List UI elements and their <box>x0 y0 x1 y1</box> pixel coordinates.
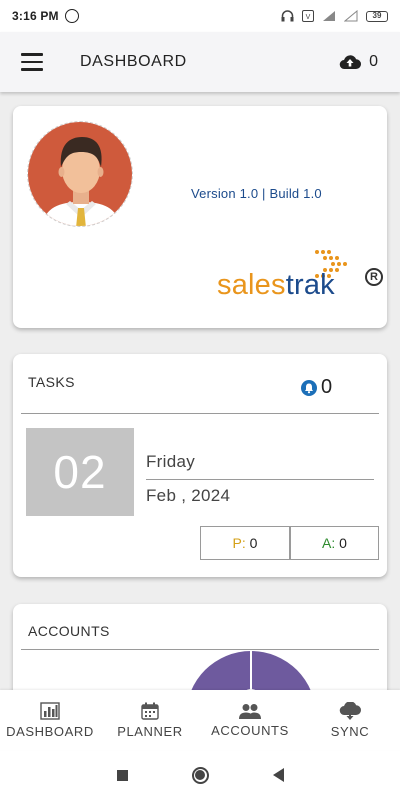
calendar-icon <box>141 702 159 720</box>
headphones-icon <box>281 10 294 22</box>
tasks-header: TASKS 0 <box>21 354 379 414</box>
registered-mark: R <box>365 268 383 286</box>
accounts-header: ACCOUNTS <box>21 604 379 650</box>
salestrak-logo: salestrak R <box>217 246 383 310</box>
tasks-count[interactable]: 0 <box>301 376 332 399</box>
version-info: Version 1.0 | Build 1.0 <box>191 186 322 201</box>
menu-button[interactable] <box>0 32 64 92</box>
accounts-title: ACCOUNTS <box>28 623 110 639</box>
nav-dashboard[interactable]: DASHBOARD <box>0 690 100 750</box>
cloud-sync-icon <box>339 701 361 720</box>
nav-planner[interactable]: PLANNER <box>100 690 200 750</box>
system-navigation-bar <box>0 750 400 800</box>
signal-2-icon <box>344 10 358 22</box>
back-icon[interactable] <box>272 768 284 782</box>
date-month-year: Feb , 2024 <box>146 486 231 505</box>
nav-accounts[interactable]: ACCOUNTS <box>200 690 300 750</box>
battery-icon: 39 <box>366 10 388 22</box>
volte-icon: V <box>302 10 314 22</box>
svg-text:V: V <box>306 14 311 21</box>
date-day-number: 02 <box>26 428 134 516</box>
bar-chart-icon <box>40 701 60 720</box>
people-icon <box>239 703 261 719</box>
home-icon[interactable] <box>191 766 209 784</box>
page-title: DASHBOARD <box>80 53 187 70</box>
divider <box>146 479 374 480</box>
user-avatar-icon <box>28 122 132 226</box>
hamburger-icon <box>21 53 43 56</box>
signal-icon <box>323 11 335 21</box>
achieved-count-box[interactable]: A: 0 <box>290 526 379 560</box>
bottom-navigation: DASHBOARD PLANNER ACCOUNTS SYNC <box>0 690 400 750</box>
recent-apps-icon[interactable] <box>116 769 128 781</box>
tasks-card[interactable]: TASKS 0 02 Friday Feb , 2024 P: 0 A: 0 <box>13 354 387 577</box>
whatsapp-icon <box>64 9 79 23</box>
status-bar: 3:16 PM V 39 <box>0 0 400 32</box>
status-icons: V 39 <box>281 10 388 22</box>
pending-count-box[interactable]: P: 0 <box>200 526 290 560</box>
tasks-title: TASKS <box>28 374 75 390</box>
date-day-name: Friday <box>146 452 196 471</box>
sync-upload-button[interactable]: 0 <box>339 53 378 71</box>
notification-bell-icon <box>301 379 317 396</box>
cloud-upload-icon <box>339 55 362 70</box>
avatar[interactable] <box>27 121 133 227</box>
app-bar: DASHBOARD 0 <box>0 32 400 92</box>
nav-sync[interactable]: SYNC <box>300 690 400 750</box>
logo-wordmark: salestrak <box>217 269 335 301</box>
status-time: 3:16 PM <box>12 9 59 23</box>
profile-card: Version 1.0 | Build 1.0 salestrak R <box>13 106 387 328</box>
sync-count: 0 <box>369 53 378 70</box>
